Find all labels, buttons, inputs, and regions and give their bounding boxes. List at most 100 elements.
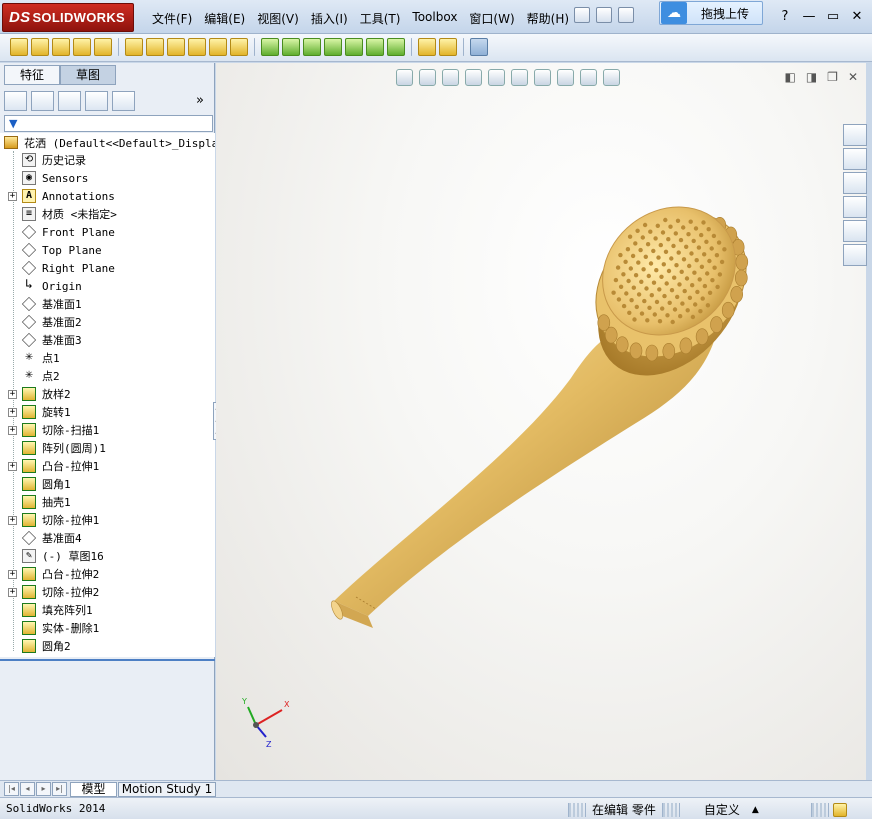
expand-toggle-icon[interactable]: + bbox=[8, 407, 17, 417]
tree-item[interactable]: + 凸台-拉伸1 bbox=[8, 457, 99, 475]
menu-edit[interactable]: 编辑(E) bbox=[198, 8, 251, 29]
menu-view[interactable]: 视图(V) bbox=[251, 8, 305, 29]
tree-item[interactable]: Right Plane bbox=[8, 259, 115, 277]
tree-item[interactable]: 实体-删除1 bbox=[8, 619, 99, 637]
upload-button[interactable]: ☁ 拖拽上传 bbox=[659, 1, 763, 25]
menu-help[interactable]: 帮助(H) bbox=[521, 8, 575, 29]
menu-toolbox[interactable]: Toolbox bbox=[406, 8, 463, 29]
tree-item[interactable]: Front Plane bbox=[8, 223, 115, 241]
tree-item[interactable]: 阵列(圆周)1 bbox=[8, 439, 106, 457]
display-manager-icon[interactable] bbox=[112, 91, 135, 111]
expand-toggle-icon[interactable]: + bbox=[8, 389, 17, 399]
tree-item[interactable]: ↳ Origin bbox=[8, 277, 82, 295]
tree-item[interactable]: 抽壳1 bbox=[8, 493, 71, 511]
tree-item[interactable]: + A Annotations bbox=[8, 187, 115, 205]
tree-item[interactable]: + 凸台-拉伸2 bbox=[8, 565, 99, 583]
tree-item[interactable]: 基准面4 bbox=[8, 529, 82, 547]
open-icon[interactable] bbox=[618, 7, 634, 23]
prev-tab-icon[interactable]: ◂ bbox=[20, 782, 35, 796]
custom-properties-icon[interactable] bbox=[843, 244, 867, 266]
fillet-icon[interactable] bbox=[230, 38, 248, 56]
expand-toggle-icon[interactable]: + bbox=[8, 587, 17, 597]
tree-item[interactable]: 填充阵列1 bbox=[8, 601, 93, 619]
dome-icon[interactable] bbox=[366, 38, 384, 56]
solidworks-logo[interactable]: DS SOLIDWORKS bbox=[2, 3, 134, 32]
tree-item[interactable]: + 切除-扫描1 bbox=[8, 421, 99, 439]
tree-item[interactable]: ✳ 点1 bbox=[8, 349, 60, 367]
first-tab-icon[interactable]: |◂ bbox=[4, 782, 19, 796]
tree-item[interactable]: + 切除-拉伸2 bbox=[8, 583, 99, 601]
wrap-icon[interactable] bbox=[345, 38, 363, 56]
unit-arrow-icon[interactable]: ▲ bbox=[746, 805, 765, 815]
rollback-bar[interactable] bbox=[0, 659, 215, 661]
tab-motion-study[interactable]: Motion Study 1 bbox=[118, 782, 216, 797]
tree-root-part[interactable]: 花洒 (Default<<Default>_Display bbox=[4, 135, 215, 151]
expand-toggle-icon[interactable]: + bbox=[8, 569, 17, 579]
tree-item[interactable]: ⟲ 历史记录 bbox=[8, 151, 86, 169]
tree-item[interactable]: + 旋转1 bbox=[8, 403, 71, 421]
restore-icon[interactable]: ▭ bbox=[826, 9, 840, 24]
tree-item[interactable]: 圆角2 bbox=[8, 637, 71, 655]
loft-icon[interactable] bbox=[73, 38, 91, 56]
tab-features[interactable]: 特征 bbox=[4, 65, 60, 85]
lofted-cut-icon[interactable] bbox=[188, 38, 206, 56]
revolve-icon[interactable] bbox=[31, 38, 49, 56]
instant3d-icon[interactable] bbox=[470, 38, 488, 56]
tree-item[interactable]: ✎ (-) 草图16 bbox=[8, 547, 104, 565]
home-icon[interactable] bbox=[843, 124, 867, 146]
draft-icon[interactable] bbox=[303, 38, 321, 56]
property-manager-icon[interactable] bbox=[31, 91, 54, 111]
tree-item[interactable]: + 放样2 bbox=[8, 385, 71, 403]
view-palette-icon[interactable] bbox=[843, 196, 867, 218]
reference-geometry-icon[interactable] bbox=[418, 38, 436, 56]
expand-toggle-icon[interactable]: + bbox=[8, 191, 17, 201]
graphics-area[interactable]: ◧ ◨ ❐ ✕ X Y Z bbox=[216, 63, 866, 780]
swept-cut-icon[interactable] bbox=[167, 38, 185, 56]
tab-model[interactable]: 模型 bbox=[70, 782, 117, 797]
curves-icon[interactable] bbox=[439, 38, 457, 56]
sweep-icon[interactable] bbox=[52, 38, 70, 56]
rib-icon[interactable] bbox=[282, 38, 300, 56]
pin-icon[interactable] bbox=[574, 7, 590, 23]
dimxpert-icon[interactable] bbox=[85, 91, 108, 111]
menu-window[interactable]: 窗口(W) bbox=[463, 8, 520, 29]
extrude-boss-icon[interactable] bbox=[10, 38, 28, 56]
boundary-icon[interactable] bbox=[94, 38, 112, 56]
last-tab-icon[interactable]: ▸| bbox=[52, 782, 67, 796]
rebuild-tag-icon[interactable] bbox=[832, 802, 847, 817]
feature-manager-icon[interactable] bbox=[4, 91, 27, 111]
linear-pattern-icon[interactable] bbox=[261, 38, 279, 56]
menu-file[interactable]: 文件(F) bbox=[146, 8, 198, 29]
expand-toggle-icon[interactable]: + bbox=[8, 425, 17, 435]
mirror-icon[interactable] bbox=[387, 38, 405, 56]
tree-item[interactable]: + 切除-拉伸1 bbox=[8, 511, 99, 529]
close-icon[interactable]: ✕ bbox=[850, 9, 864, 24]
menu-insert[interactable]: 插入(I) bbox=[305, 8, 354, 29]
expand-panel-icon[interactable]: » bbox=[196, 93, 204, 108]
tree-item[interactable]: Top Plane bbox=[8, 241, 102, 259]
minimize-icon[interactable]: — bbox=[802, 9, 816, 24]
expand-toggle-icon[interactable]: + bbox=[8, 515, 17, 525]
shower-head-model[interactable] bbox=[216, 63, 866, 780]
menu-tools[interactable]: 工具(T) bbox=[354, 8, 407, 29]
tree-item[interactable]: ◉ Sensors bbox=[8, 169, 88, 187]
tree-item[interactable]: ≡ 材质 <未指定> bbox=[8, 205, 117, 223]
tree-item[interactable]: 基准面1 bbox=[8, 295, 82, 313]
tree-item[interactable]: 基准面2 bbox=[8, 313, 82, 331]
revolve-cut-icon[interactable] bbox=[146, 38, 164, 56]
boundary-cut-icon[interactable] bbox=[209, 38, 227, 56]
next-tab-icon[interactable]: ▸ bbox=[36, 782, 51, 796]
shell-icon[interactable] bbox=[324, 38, 342, 56]
configuration-manager-icon[interactable] bbox=[58, 91, 81, 111]
appearances-icon[interactable] bbox=[843, 220, 867, 242]
tree-item[interactable]: 圆角1 bbox=[8, 475, 71, 493]
tree-filter-input[interactable]: ▼ bbox=[4, 115, 213, 132]
unit-system-select[interactable]: 自定义 bbox=[698, 801, 746, 818]
file-explorer-icon[interactable] bbox=[843, 172, 867, 194]
tree-item[interactable]: ✳ 点2 bbox=[8, 367, 60, 385]
tab-sketch[interactable]: 草图 bbox=[60, 65, 116, 85]
tree-item[interactable]: 基准面3 bbox=[8, 331, 82, 349]
extrude-cut-icon[interactable] bbox=[125, 38, 143, 56]
resources-icon[interactable] bbox=[843, 148, 867, 170]
help-icon[interactable]: ? bbox=[778, 9, 792, 24]
